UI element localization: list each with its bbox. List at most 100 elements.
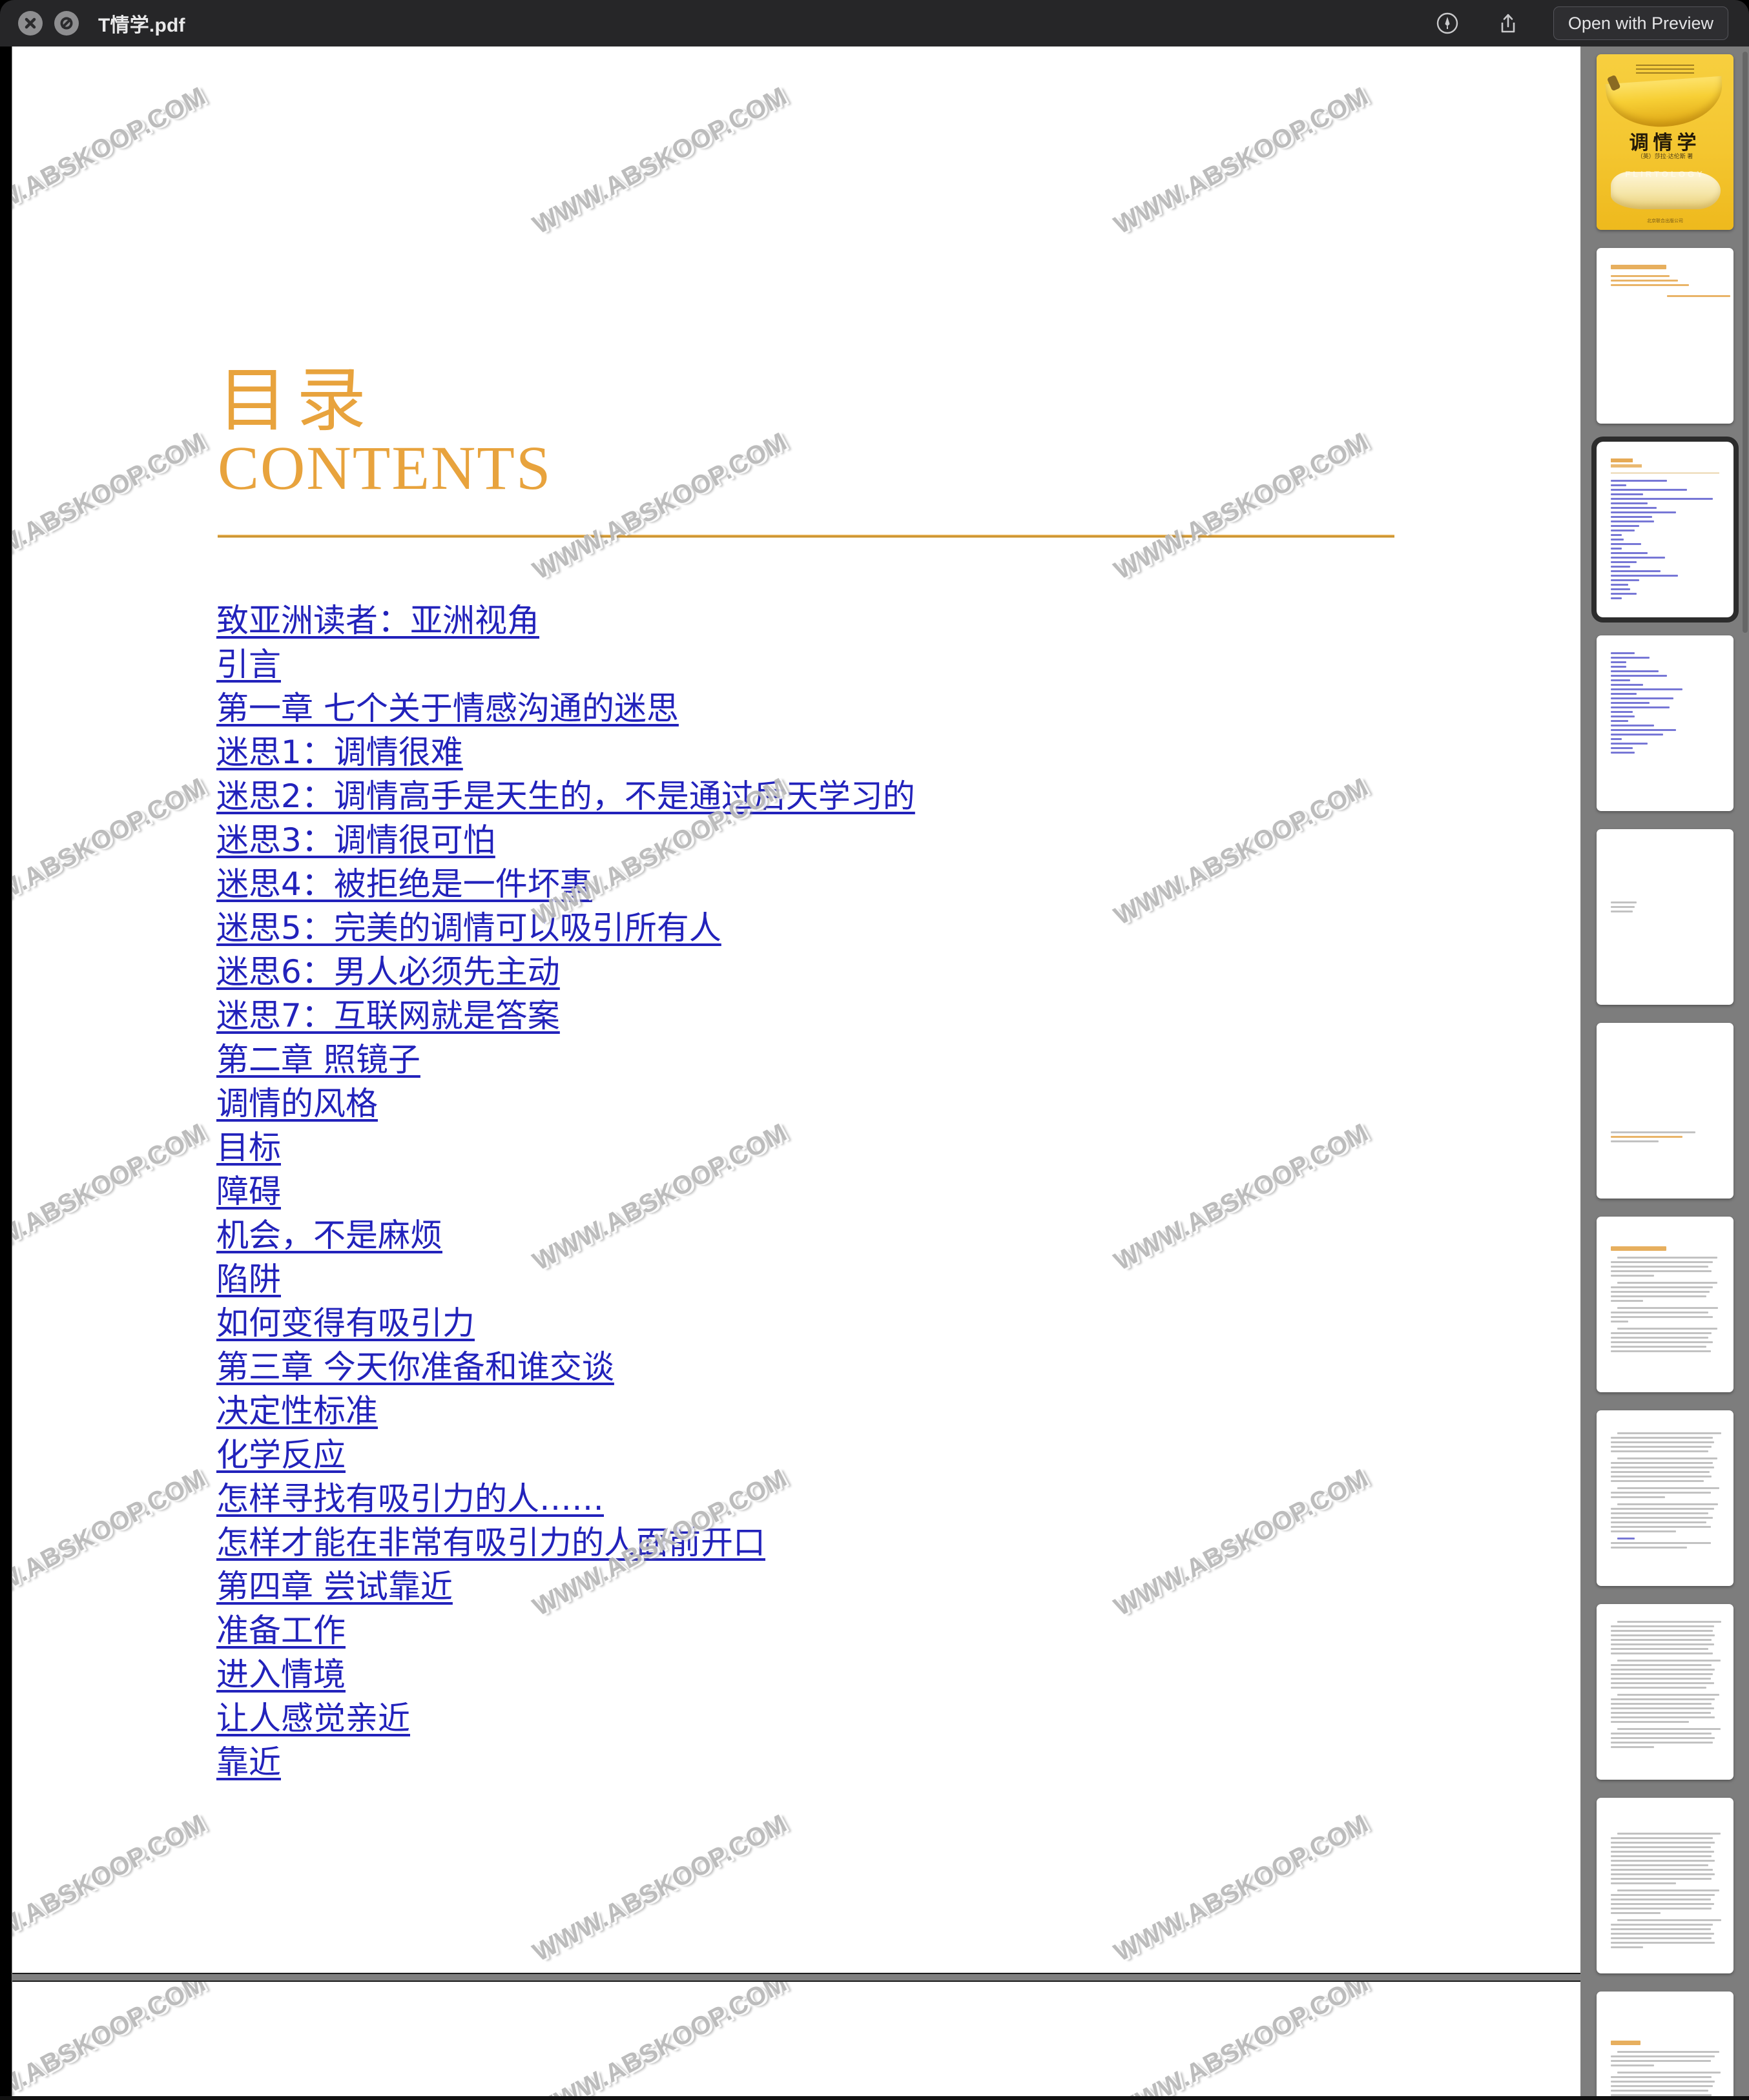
list-item: 陷阱 — [216, 1257, 1444, 1301]
document-viewer[interactable]: 目录 CONTENTS 致亚洲读者：亚洲视角 引言 第一章 七个关于情感沟通的迷… — [12, 46, 1581, 2100]
cover-title: 调情学 — [1629, 132, 1701, 154]
list-item: 调情的风格 — [216, 1082, 1444, 1126]
thumbnail-preview — [1597, 442, 1733, 617]
list-item: 第三章 今天你准备和谁交谈 — [216, 1345, 1444, 1389]
page-title: 目录 CONTENTS — [218, 366, 552, 499]
list-item: 迷思4：被拒绝是一件坏事 — [216, 862, 1444, 906]
toc-list: 致亚洲读者：亚洲视角 引言 第一章 七个关于情感沟通的迷思 迷思1：调情很难 迷… — [216, 599, 1444, 1784]
thumbnail-page-5[interactable] — [1597, 829, 1733, 1005]
toc-link[interactable]: 迷思3：调情很可怕 — [216, 818, 495, 862]
toc-body: 目录 CONTENTS 致亚洲读者：亚洲视角 引言 第一章 七个关于情感沟通的迷… — [12, 46, 1580, 1973]
thumbnail-page-10[interactable] — [1597, 1798, 1733, 1973]
list-item: 机会，不是麻烦 — [216, 1213, 1444, 1257]
thumbnail-preview — [1597, 1410, 1733, 1586]
page-title-cn: 目录 — [218, 360, 376, 441]
title-divider — [218, 535, 1394, 538]
toc-link[interactable]: 障碍 — [216, 1169, 281, 1213]
cover-author: （英）莎拉·达伦斯 著 — [1637, 153, 1693, 160]
list-item: 迷思6：男人必须先主动 — [216, 950, 1444, 994]
toc-link[interactable]: 迷思5：完美的调情可以吸引所有人 — [216, 906, 721, 950]
list-item: 进入情境 — [216, 1652, 1444, 1696]
list-item: 迷思7：互联网就是答案 — [216, 994, 1444, 1038]
thumbnail-preview — [1597, 1217, 1733, 1392]
thumbnail-page-1[interactable]: FLIRTOLOGY 调情学 （英）莎拉·达伦斯 著 北京联合出版公司 — [1597, 54, 1733, 230]
markup-pen-icon[interactable] — [1432, 8, 1463, 39]
thumbnail-page-6[interactable] — [1597, 1023, 1733, 1199]
cover-publisher: 北京联合出版公司 — [1647, 219, 1683, 223]
list-item: 准备工作 — [216, 1609, 1444, 1652]
toc-link[interactable]: 第一章 七个关于情感沟通的迷思 — [216, 686, 679, 730]
thumbnail-preview — [1597, 1798, 1733, 1973]
toc-link[interactable]: 迷思4：被拒绝是一件坏事 — [216, 862, 592, 906]
toc-link[interactable]: 决定性标准 — [216, 1389, 378, 1433]
toc-link[interactable]: 目标 — [216, 1126, 281, 1169]
window-bottom-edge — [0, 2096, 1749, 2100]
thumbnail-preview — [1597, 1023, 1733, 1199]
pdf-page-next: WWW.ABSKOOP.COM WWW.ABSKOOP.COM WWW.ABSKOO… — [12, 1981, 1580, 2100]
list-item: 迷思3：调情很可怕 — [216, 818, 1444, 862]
toc-link[interactable]: 怎样才能在非常有吸引力的人面前开口 — [216, 1521, 765, 1565]
sidebar-scrollbar[interactable] — [1743, 52, 1748, 633]
list-item: 让人感觉亲近 — [216, 1696, 1444, 1740]
list-item: 第一章 七个关于情感沟通的迷思 — [216, 686, 1444, 730]
list-item: 引言 — [216, 643, 1444, 686]
thumbnail-page-2[interactable] — [1597, 248, 1733, 424]
watermark-text: WWW.ABSKOOP.COM — [12, 1982, 211, 2100]
toc-link[interactable]: 靠近 — [216, 1740, 281, 1784]
list-item: 致亚洲读者：亚洲视角 — [216, 599, 1444, 643]
list-item: 迷思5：完美的调情可以吸引所有人 — [216, 906, 1444, 950]
close-icon[interactable] — [18, 11, 43, 36]
pdf-page-contents: 目录 CONTENTS 致亚洲读者：亚洲视角 引言 第一章 七个关于情感沟通的迷… — [12, 46, 1580, 1974]
list-item: 第四章 尝试靠近 — [216, 1565, 1444, 1609]
pdf-quicklook-window: T情学.pdf Open with Preview 目录 CONTENTS 致亚… — [0, 0, 1749, 2100]
open-with-preview-button[interactable]: Open with Preview — [1553, 6, 1728, 40]
banana-icon — [1605, 76, 1725, 131]
thumbnail-preview — [1597, 248, 1733, 424]
toc-link[interactable]: 第二章 照镜子 — [216, 1038, 420, 1082]
toc-link[interactable]: 迷思1：调情很难 — [216, 730, 463, 774]
toc-link[interactable]: 如何变得有吸引力 — [216, 1301, 475, 1345]
thumbnail-page-7[interactable] — [1597, 1217, 1733, 1392]
thumbnail-preview — [1597, 1992, 1733, 2100]
thumbnail-page-8[interactable] — [1597, 1410, 1733, 1586]
toc-link[interactable]: 调情的风格 — [216, 1082, 378, 1126]
toc-link[interactable]: 第四章 尝试靠近 — [216, 1565, 453, 1609]
thumbnail-preview — [1597, 635, 1733, 811]
thumbnail-page-4[interactable] — [1597, 635, 1733, 811]
thumbnail-page-3[interactable] — [1591, 437, 1739, 623]
thumbnail-preview — [1597, 1604, 1733, 1780]
toc-link[interactable]: 引言 — [216, 643, 281, 686]
list-item: 靠近 — [216, 1740, 1444, 1784]
share-icon[interactable] — [1493, 8, 1524, 39]
thumbnail-page-11[interactable] — [1597, 1992, 1733, 2100]
list-item: 迷思2：调情高手是天生的，不是通过后天学习的 — [216, 774, 1444, 818]
thumbnail-page-9[interactable] — [1597, 1604, 1733, 1780]
thumbnail-sidebar[interactable]: FLIRTOLOGY 调情学 （英）莎拉·达伦斯 著 北京联合出版公司 — [1581, 46, 1749, 2100]
list-item: 化学反应 — [216, 1433, 1444, 1477]
toc-link[interactable]: 致亚洲读者：亚洲视角 — [216, 599, 539, 643]
titlebar: T情学.pdf Open with Preview — [0, 0, 1749, 46]
list-item: 第二章 照镜子 — [216, 1038, 1444, 1082]
toc-link[interactable]: 迷思7：互联网就是答案 — [216, 994, 560, 1038]
list-item: 迷思1：调情很难 — [216, 730, 1444, 774]
titlebar-right-group: Open with Preview — [1432, 6, 1749, 40]
toc-link[interactable]: 第三章 今天你准备和谁交谈 — [216, 1345, 614, 1389]
cover-ghost-title: FLIRTOLOGY — [1625, 169, 1705, 179]
watermark-text: WWW.ABSKOOP.COM — [528, 1982, 792, 2100]
toc-link[interactable]: 机会，不是麻烦 — [216, 1213, 442, 1257]
list-item: 决定性标准 — [216, 1389, 1444, 1433]
toc-link[interactable]: 迷思6：男人必须先主动 — [216, 950, 560, 994]
list-item: 目标 — [216, 1126, 1444, 1169]
window-title: T情学.pdf — [98, 15, 185, 36]
toc-link[interactable]: 让人感觉亲近 — [216, 1696, 410, 1740]
toc-link[interactable]: 准备工作 — [216, 1609, 346, 1652]
toc-link[interactable]: 陷阱 — [216, 1257, 281, 1301]
cover-tagline — [1636, 65, 1694, 75]
toc-link[interactable]: 化学反应 — [216, 1433, 346, 1477]
no-entry-icon[interactable] — [54, 11, 79, 36]
page-title-en: CONTENTS — [218, 433, 552, 502]
toc-link[interactable]: 进入情境 — [216, 1652, 346, 1696]
watermark-text: WWW.ABSKOOP.COM — [1109, 1982, 1373, 2100]
toc-link[interactable]: 迷思2：调情高手是天生的，不是通过后天学习的 — [216, 774, 915, 818]
toc-link[interactable]: 怎样寻找有吸引力的人…… — [216, 1477, 604, 1521]
